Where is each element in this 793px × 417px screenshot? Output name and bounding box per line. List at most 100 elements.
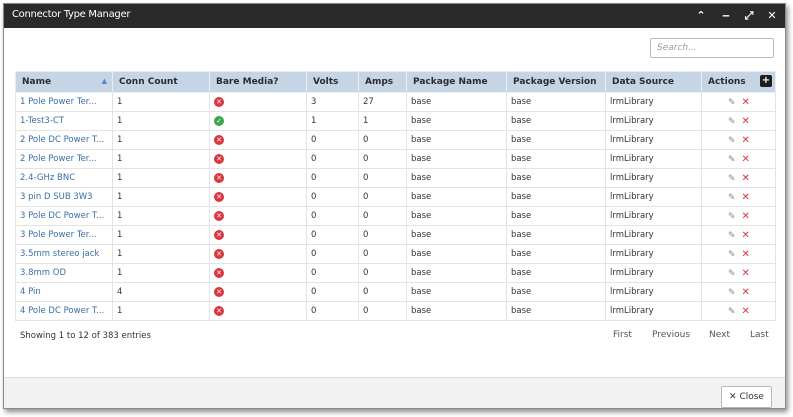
row-data-source: lrmLibrary xyxy=(605,244,702,264)
delete-icon[interactable]: ✕ xyxy=(742,306,750,317)
edit-icon[interactable]: ✎ xyxy=(728,231,736,241)
row-actions: ✎ ✕ xyxy=(701,263,776,283)
row-data-source: lrmLibrary xyxy=(605,149,702,169)
row-name-link[interactable]: 4 Pin xyxy=(15,282,113,302)
minimize-icon[interactable]: ‒ xyxy=(719,8,733,24)
delete-icon[interactable]: ✕ xyxy=(742,268,750,279)
row-bare-media: ✕ xyxy=(209,92,307,112)
delete-icon[interactable]: ✕ xyxy=(742,287,750,298)
delete-icon[interactable]: ✕ xyxy=(742,173,750,184)
row-volts: 1 xyxy=(306,111,359,131)
row-name-link[interactable]: 3.5mm stereo jack xyxy=(15,244,113,264)
col-header-volts[interactable]: Volts xyxy=(306,71,359,93)
row-name-link[interactable]: 2.4-GHz BNC xyxy=(15,168,113,188)
edit-icon[interactable]: ✎ xyxy=(728,136,736,146)
table-row[interactable]: 4 Pin 4 ✕ 0 0 base base lrmLibrary ✎ ✕ xyxy=(15,282,776,302)
close-button[interactable]: ✕ Close xyxy=(721,386,772,408)
row-name-link[interactable]: 3 Pole DC Power T... xyxy=(15,206,113,226)
table-row[interactable]: 1-Test3-CT 1 ✓ 1 1 base base lrmLibrary ✎ ✕ xyxy=(15,111,776,131)
row-conn-count: 1 xyxy=(112,263,210,283)
dialog-footer: ✕ Close xyxy=(4,377,785,408)
row-name-link[interactable]: 2 Pole DC Power T... xyxy=(15,130,113,150)
row-volts: 0 xyxy=(306,149,359,169)
edit-icon[interactable]: ✎ xyxy=(728,212,736,222)
table-row[interactable]: 3 Pole DC Power T... 1 ✕ 0 0 base base lrmLibra… xyxy=(15,206,776,226)
table-row[interactable]: 3 Pole Power Ter... 1 ✕ 0 0 base base lrmLibrar… xyxy=(15,225,776,245)
col-header-package-name[interactable]: Package Name xyxy=(406,71,507,93)
search-input[interactable] xyxy=(650,38,774,58)
edit-icon[interactable]: ✎ xyxy=(728,250,736,260)
x-circle-icon: ✕ xyxy=(214,153,224,164)
row-name-link[interactable]: 1-Test3-CT xyxy=(15,111,113,131)
row-name-link[interactable]: 4 Pole DC Power T... xyxy=(15,301,113,321)
add-icon[interactable]: + xyxy=(760,75,772,87)
pager-next[interactable]: Next xyxy=(709,330,730,340)
row-bare-media: ✕ xyxy=(209,149,307,169)
row-volts: 0 xyxy=(306,263,359,283)
row-name-link[interactable]: 2 Pole Power Ter... xyxy=(15,149,113,169)
delete-icon[interactable]: ✕ xyxy=(742,116,750,127)
table-row[interactable]: 1 Pole Power Ter... 1 ✕ 3 27 base base lrmLibra… xyxy=(15,92,776,112)
row-name-link[interactable]: 3 Pole Power Ter... xyxy=(15,225,113,245)
collapse-icon[interactable]: ⌃ xyxy=(694,8,708,24)
row-conn-count: 1 xyxy=(112,244,210,264)
row-name-link[interactable]: 3 pin D SUB 3W3 xyxy=(15,187,113,207)
row-conn-count: 1 xyxy=(112,111,210,131)
x-circle-icon: ✕ xyxy=(214,134,224,145)
sort-ascending-icon: ▲ xyxy=(101,77,107,85)
table-row[interactable]: 2.4-GHz BNC 1 ✕ 0 0 base base lrmLibrary ✎ ✕ xyxy=(15,168,776,188)
row-actions: ✎ ✕ xyxy=(701,92,776,112)
pager-previous[interactable]: Previous xyxy=(652,330,690,340)
pager-first[interactable]: First xyxy=(613,330,632,340)
edit-icon[interactable]: ✎ xyxy=(728,117,736,127)
row-bare-media: ✕ xyxy=(209,225,307,245)
delete-icon[interactable]: ✕ xyxy=(742,135,750,146)
maximize-icon[interactable]: ⤢ xyxy=(742,8,756,24)
col-header-bare-media[interactable]: Bare Media? xyxy=(209,71,307,93)
pager-last[interactable]: Last xyxy=(750,330,769,340)
table-row[interactable]: 3.8mm OD 1 ✕ 0 0 base base lrmLibrary ✎ ✕ xyxy=(15,263,776,283)
edit-icon[interactable]: ✎ xyxy=(728,307,736,317)
row-volts: 0 xyxy=(306,282,359,302)
edit-icon[interactable]: ✎ xyxy=(728,174,736,184)
row-volts: 0 xyxy=(306,301,359,321)
table-row[interactable]: 3 pin D SUB 3W3 1 ✕ 0 0 base base lrmLibrary ✎ ✕ xyxy=(15,187,776,207)
delete-icon[interactable]: ✕ xyxy=(742,230,750,241)
close-icon[interactable]: ✕ xyxy=(765,8,779,24)
col-header-data-source[interactable]: Data Source xyxy=(605,71,702,93)
edit-icon[interactable]: ✎ xyxy=(728,269,736,279)
row-conn-count: 1 xyxy=(112,187,210,207)
row-package-version: base xyxy=(506,92,606,112)
delete-icon[interactable]: ✕ xyxy=(742,211,750,222)
delete-icon[interactable]: ✕ xyxy=(742,192,750,203)
row-package-name: base xyxy=(406,263,507,283)
row-amps: 0 xyxy=(358,149,407,169)
col-header-amps[interactable]: Amps xyxy=(358,71,407,93)
table-row[interactable]: 2 Pole Power Ter... 1 ✕ 0 0 base base lrmLibrar… xyxy=(15,149,776,169)
row-conn-count: 1 xyxy=(112,206,210,226)
col-header-package-version[interactable]: Package Version xyxy=(506,71,606,93)
window-title: Connector Type Manager xyxy=(12,9,131,20)
delete-icon[interactable]: ✕ xyxy=(742,249,750,260)
delete-icon[interactable]: ✕ xyxy=(742,97,750,108)
row-volts: 3 xyxy=(306,92,359,112)
edit-icon[interactable]: ✎ xyxy=(728,155,736,165)
row-bare-media: ✕ xyxy=(209,301,307,321)
col-header-name[interactable]: Name ▲ xyxy=(15,71,113,93)
x-circle-icon: ✕ xyxy=(214,267,224,278)
delete-icon[interactable]: ✕ xyxy=(742,154,750,165)
table-header-row: Name ▲ Conn Count Bare Media? Volts Amps … xyxy=(15,71,776,93)
edit-icon[interactable]: ✎ xyxy=(728,98,736,108)
table-row[interactable]: 2 Pole DC Power T... 1 ✕ 0 0 base base lrmLibra… xyxy=(15,130,776,150)
edit-icon[interactable]: ✎ xyxy=(728,288,736,298)
row-conn-count: 4 xyxy=(112,282,210,302)
row-name-link[interactable]: 3.8mm OD xyxy=(15,263,113,283)
row-bare-media: ✓ xyxy=(209,111,307,131)
row-actions: ✎ ✕ xyxy=(701,225,776,245)
table-row[interactable]: 4 Pole DC Power T... 1 ✕ 0 0 base base lrmLibra… xyxy=(15,301,776,321)
row-name-link[interactable]: 1 Pole Power Ter... xyxy=(15,92,113,112)
edit-icon[interactable]: ✎ xyxy=(728,193,736,203)
row-bare-media: ✕ xyxy=(209,130,307,150)
table-row[interactable]: 3.5mm stereo jack 1 ✕ 0 0 base base lrmLibrary ✎… xyxy=(15,244,776,264)
col-header-conn-count[interactable]: Conn Count xyxy=(112,71,210,93)
